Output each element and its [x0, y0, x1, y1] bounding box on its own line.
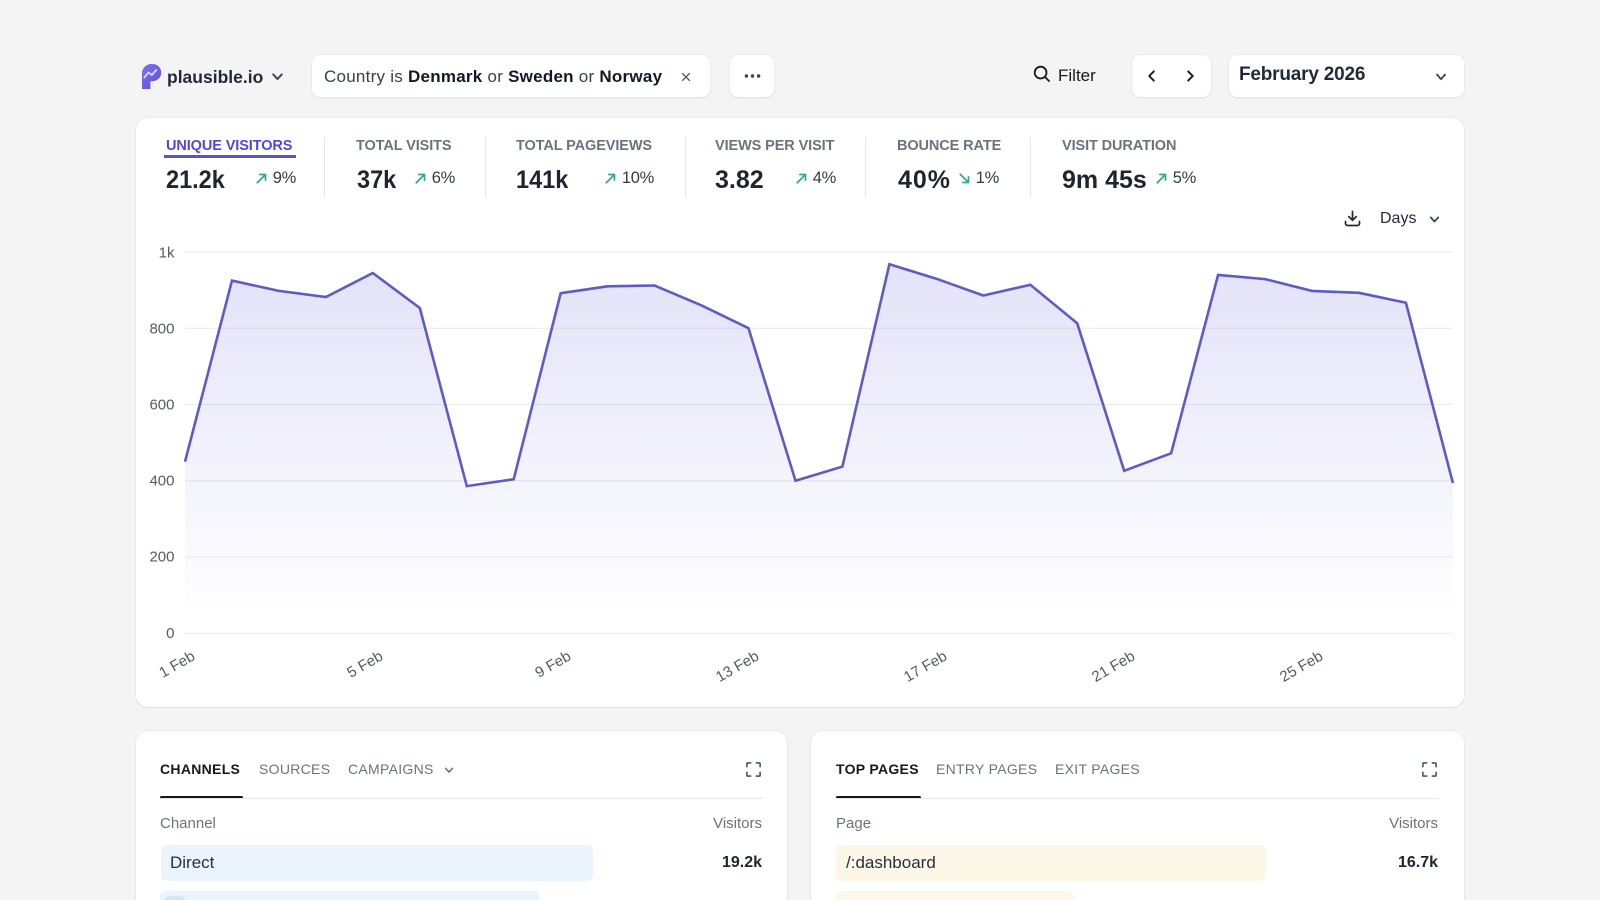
svg-text:21 Feb: 21 Feb [1089, 648, 1138, 686]
svg-text:1k: 1k [159, 245, 175, 262]
svg-text:200: 200 [149, 549, 174, 566]
svg-text:17 Feb: 17 Feb [901, 648, 950, 686]
svg-text:5 Feb: 5 Feb [344, 648, 386, 682]
svg-text:25 Feb: 25 Feb [1277, 648, 1326, 686]
svg-text:600: 600 [149, 397, 174, 414]
svg-text:13 Feb: 13 Feb [713, 648, 762, 686]
svg-text:9 Feb: 9 Feb [532, 648, 574, 682]
svg-text:0: 0 [166, 625, 174, 642]
svg-text:1 Feb: 1 Feb [156, 648, 198, 682]
svg-text:400: 400 [149, 473, 174, 490]
svg-text:800: 800 [149, 321, 174, 338]
